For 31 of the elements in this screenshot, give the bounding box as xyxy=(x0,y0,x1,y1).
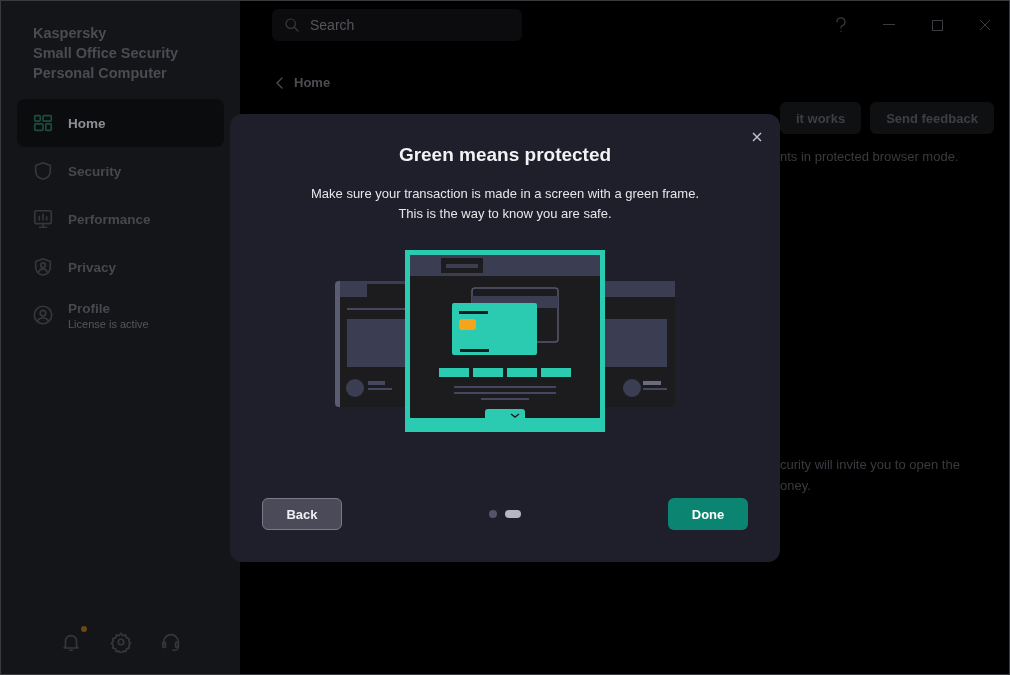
monitor-chart-icon xyxy=(32,208,54,230)
shield-icon xyxy=(32,160,54,182)
user-circle-icon xyxy=(32,304,54,326)
search-field[interactable]: Search xyxy=(308,16,502,34)
sidebar-label: Home xyxy=(68,115,106,131)
search-bar[interactable]: Search xyxy=(272,9,522,41)
page-dot[interactable] xyxy=(489,510,497,518)
grid-icon xyxy=(32,112,54,134)
help-icon xyxy=(835,17,847,33)
done-button[interactable]: Done xyxy=(668,498,748,530)
body-text: oney. xyxy=(780,477,811,495)
body-text: nts in protected browser mode. xyxy=(780,148,959,166)
minimize-icon xyxy=(883,24,895,26)
body-text: curity will invite you to open the xyxy=(780,456,960,474)
close-icon xyxy=(979,19,991,31)
settings-icon[interactable] xyxy=(108,630,133,654)
dialog-title: Green means protected xyxy=(398,144,612,166)
shield-user-icon xyxy=(32,256,54,278)
search-icon xyxy=(284,17,300,33)
breadcrumb-link[interactable]: Home xyxy=(294,75,331,90)
chevron-left-icon[interactable] xyxy=(276,76,284,89)
close-icon xyxy=(752,132,762,142)
brand-name: Small Office Security xyxy=(33,44,180,63)
license-status: License is active xyxy=(68,317,149,330)
sidebar-item[interactable]: Home xyxy=(17,99,224,147)
close-button[interactable] xyxy=(750,130,764,144)
brand-name: Personal Computer xyxy=(33,64,168,83)
dialog-description: Make sure your transaction is made in a screen with a green frame. This is the way to know you are safe. xyxy=(311,185,699,223)
maximize-icon xyxy=(931,19,943,31)
back-button[interactable]: Back xyxy=(262,498,342,530)
brand-name: Kaspersky xyxy=(33,24,108,43)
